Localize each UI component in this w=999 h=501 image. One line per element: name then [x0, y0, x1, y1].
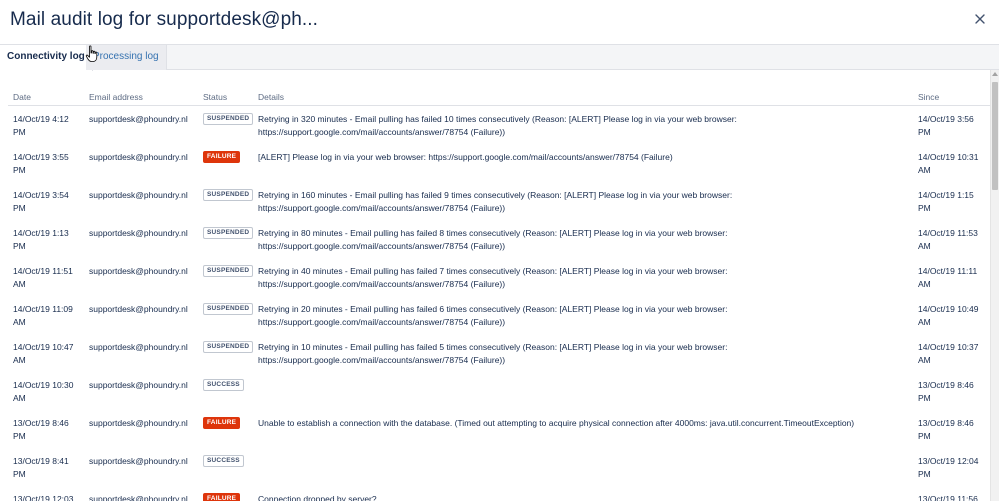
cell-email: supportdesk@phoundry.nl	[89, 152, 188, 162]
cell-status: FAILURE	[198, 144, 253, 182]
table-row: 13/Oct/19 8:41 PM supportdesk@phoundry.n…	[8, 448, 990, 486]
cell-details	[253, 448, 913, 486]
cell-email: supportdesk@phoundry.nl	[89, 228, 188, 238]
column-header-details[interactable]: Details	[253, 92, 913, 106]
table-row: 14/Oct/19 4:12 PM supportdesk@phoundry.n…	[8, 106, 990, 145]
column-header-email[interactable]: Email address	[84, 92, 198, 106]
column-header-date[interactable]: Date	[8, 92, 84, 106]
table-row: 13/Oct/19 12:03 PM supportdesk@phoundry.…	[8, 486, 990, 501]
status-badge: SUSPENDED	[203, 227, 254, 239]
cell-details: Retrying in 80 minutes - Email pulling h…	[258, 228, 728, 251]
table-row: 14/Oct/19 3:54 PM supportdesk@phoundry.n…	[8, 182, 990, 220]
cell-details: Retrying in 40 minutes - Email pulling h…	[258, 266, 728, 289]
status-badge: SUSPENDED	[203, 189, 254, 201]
table-row: 14/Oct/19 3:55 PM supportdesk@phoundry.n…	[8, 144, 990, 182]
status-badge: FAILURE	[203, 151, 241, 163]
cell-details: Retrying in 10 minutes - Email pulling h…	[258, 342, 728, 365]
cell-email: supportdesk@phoundry.nl	[89, 456, 188, 466]
cell-status: SUCCESS	[198, 372, 253, 410]
cell-status: FAILURE	[198, 410, 253, 448]
cell-since: 13/Oct/19 11:56 PM	[918, 494, 978, 501]
close-button[interactable]	[972, 11, 988, 27]
column-header-status[interactable]: Status	[198, 92, 253, 106]
cell-email: supportdesk@phoundry.nl	[89, 114, 188, 124]
vertical-scrollbar[interactable]	[990, 70, 999, 501]
cell-status: FAILURE	[198, 486, 253, 501]
cell-date: 13/Oct/19 8:46 PM	[13, 418, 69, 441]
table-header-row: Date Email address Status Details Since	[8, 92, 990, 106]
log-content: Date Email address Status Details Since …	[0, 70, 990, 501]
tab-processing-log[interactable]: Processing log	[86, 45, 167, 70]
table-row: 13/Oct/19 8:46 PM supportdesk@phoundry.n…	[8, 410, 990, 448]
status-badge: SUSPENDED	[203, 265, 254, 277]
dialog-header: Mail audit log for supportdesk@ph...	[0, 0, 999, 44]
status-badge: FAILURE	[203, 493, 241, 501]
cell-since: 14/Oct/19 11:11 AM	[918, 266, 978, 289]
connectivity-log-table: Date Email address Status Details Since …	[8, 92, 990, 501]
cell-status: SUSPENDED	[198, 334, 254, 372]
dialog-title: Mail audit log for supportdesk@ph...	[10, 9, 319, 30]
cell-status: SUSPENDED	[198, 182, 254, 220]
cell-date: 14/Oct/19 10:47 AM	[13, 342, 74, 365]
scrollbar-thumb[interactable]	[992, 82, 998, 190]
cell-email: supportdesk@phoundry.nl	[89, 266, 188, 276]
cell-details: Retrying in 20 minutes - Email pulling h…	[258, 304, 728, 327]
cell-date: 13/Oct/19 8:41 PM	[13, 456, 69, 479]
cell-since: 14/Oct/19 11:53 AM	[918, 228, 978, 251]
table-row: 14/Oct/19 11:09 AM supportdesk@phoundry.…	[8, 296, 990, 334]
cell-details: [ALERT] Please log in via your web brows…	[258, 152, 673, 162]
cell-status: SUSPENDED	[198, 220, 254, 258]
cell-since: 14/Oct/19 1:15 PM	[918, 190, 974, 213]
cell-since: 14/Oct/19 3:56 PM	[918, 114, 974, 137]
cell-since: 14/Oct/19 10:49 AM	[918, 304, 979, 327]
cell-status: SUCCESS	[198, 448, 253, 486]
cell-status: SUSPENDED	[198, 106, 254, 145]
cell-details: Unable to establish a connection with th…	[258, 418, 855, 428]
cell-date: 14/Oct/19 4:12 PM	[13, 114, 69, 137]
cell-date: 14/Oct/19 11:51 AM	[13, 266, 73, 289]
cell-email: supportdesk@phoundry.nl	[89, 342, 188, 352]
cell-date: 14/Oct/19 3:55 PM	[13, 152, 69, 175]
cell-status: SUSPENDED	[198, 296, 254, 334]
tab-bar: Connectivity log Processing log	[0, 44, 999, 71]
cell-status: SUSPENDED	[198, 258, 254, 296]
cell-since: 14/Oct/19 10:37 AM	[918, 342, 979, 365]
cell-details: Retrying in 160 minutes - Email pulling …	[258, 190, 733, 213]
cell-since: 13/Oct/19 8:46 PM	[918, 418, 974, 441]
cell-date: 14/Oct/19 11:09 AM	[13, 304, 73, 327]
cell-since: 13/Oct/19 12:04 PM	[918, 456, 979, 479]
status-badge: SUSPENDED	[203, 303, 254, 315]
cell-date: 14/Oct/19 1:13 PM	[13, 228, 69, 251]
status-badge: FAILURE	[203, 417, 241, 429]
cell-email: supportdesk@phoundry.nl	[89, 380, 188, 390]
table-row: 14/Oct/19 1:13 PM supportdesk@phoundry.n…	[8, 220, 990, 258]
status-badge: SUSPENDED	[203, 113, 254, 125]
cell-details	[253, 372, 913, 410]
cell-date: 14/Oct/19 10:30 AM	[13, 380, 74, 403]
close-icon	[975, 14, 985, 24]
cell-email: supportdesk@phoundry.nl	[89, 304, 188, 314]
table-row: 14/Oct/19 11:51 AM supportdesk@phoundry.…	[8, 258, 990, 296]
cell-since: 14/Oct/19 10:31 AM	[918, 152, 979, 175]
scroll-up-arrow-icon[interactable]	[992, 72, 998, 76]
status-badge: SUSPENDED	[203, 341, 254, 353]
cell-since: 13/Oct/19 8:46 PM	[918, 380, 974, 403]
cell-email: supportdesk@phoundry.nl	[89, 190, 188, 200]
table-row: 14/Oct/19 10:30 AM supportdesk@phoundry.…	[8, 372, 990, 410]
cell-details: Retrying in 320 minutes - Email pulling …	[258, 114, 737, 137]
cell-details: Connection dropped by server?	[258, 494, 377, 501]
status-badge: SUCCESS	[203, 455, 244, 467]
column-header-since[interactable]: Since	[913, 92, 990, 106]
cell-date: 13/Oct/19 12:03 PM	[13, 494, 74, 501]
tab-connectivity-log[interactable]: Connectivity log	[0, 45, 93, 71]
cell-email: supportdesk@phoundry.nl	[89, 418, 188, 428]
cell-date: 14/Oct/19 3:54 PM	[13, 190, 69, 213]
cell-email: supportdesk@phoundry.nl	[89, 494, 188, 501]
status-badge: SUCCESS	[203, 379, 244, 391]
table-row: 14/Oct/19 10:47 AM supportdesk@phoundry.…	[8, 334, 990, 372]
